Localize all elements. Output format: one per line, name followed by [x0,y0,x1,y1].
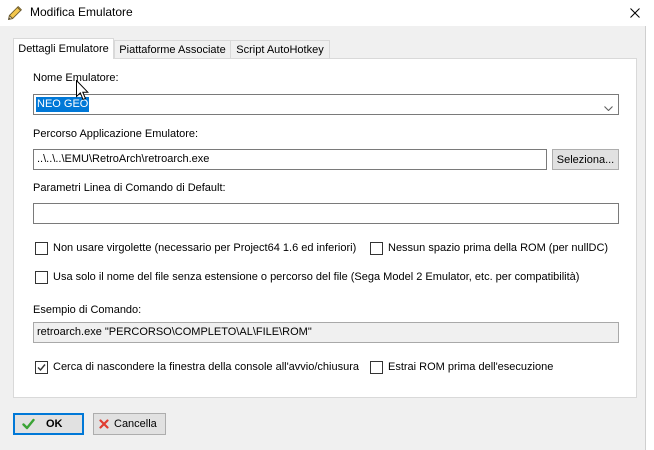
tab-label: Piattaforme Associate [119,43,226,56]
checkbox-box[interactable] [370,242,383,255]
title-bar: Modifica Emulatore [0,0,654,26]
modifica-emulatore-window: Modifica Emulatore Dettagli Emulatore Pi… [0,0,654,450]
command-example-label: Esempio di Comando: [33,304,142,316]
chevron-down-icon[interactable] [604,102,613,112]
hide-console-checkbox[interactable]: Cerca di nascondere la finestra della co… [35,360,359,374]
close-icon [630,8,640,18]
ok-button[interactable]: OK [13,413,84,435]
application-path-input[interactable]: ..\..\..\EMU\RetroArch\retroarch.exe [33,149,547,170]
cross-icon [99,419,109,433]
mouse-pointer-icon [76,79,89,101]
pencil-icon [7,5,23,21]
checkbox-label[interactable]: Cerca di nascondere la finestra della co… [53,361,359,373]
tab-label: Script AutoHotkey [236,43,324,56]
cancel-button[interactable]: Cancella [93,413,166,435]
checkbox-box[interactable] [370,361,383,374]
checkbox-label[interactable]: Nessun spazio prima della ROM (per nullD… [388,242,608,254]
default-parameters-input[interactable] [33,203,619,224]
browse-button[interactable]: Seleziona... [552,149,619,170]
no-quotes-checkbox[interactable]: Non usare virgolette (necessario per Pro… [35,241,356,255]
window-title: Modifica Emulatore [30,5,133,19]
no-space-before-rom-checkbox[interactable]: Nessun spazio prima della ROM (per nullD… [370,241,608,255]
checkbox-label[interactable]: Estrai ROM prima dell'esecuzione [388,361,553,373]
emulator-name-combobox[interactable]: NEO GEO [33,94,619,115]
checkbox-box[interactable] [35,242,48,255]
close-button[interactable] [616,0,654,26]
default-parameters-label: Parametri Linea di Comando di Default: [33,182,226,194]
checkbox-box[interactable] [35,271,48,284]
extract-rom-checkbox[interactable]: Estrai ROM prima dell'esecuzione [370,360,553,374]
filename-only-checkbox[interactable]: Usa solo il nome del file senza estensio… [35,270,579,284]
tab-label: Dettagli Emulatore [18,43,109,55]
window-edge [645,26,646,450]
command-example-field: retroarch.exe "PERCORSO\COMPLETO\AL\FILE… [33,322,619,343]
checkmark-icon [22,418,35,434]
application-path-label: Percorso Applicazione Emulatore: [33,128,199,140]
ok-button-label: OK [46,418,63,430]
tab-dettagli-emulatore[interactable]: Dettagli Emulatore [13,38,114,59]
checkbox-box[interactable] [35,361,48,374]
checkbox-label[interactable]: Usa solo il nome del file senza estensio… [53,271,579,283]
tab-piattaforme-associate[interactable]: Piattaforme Associate [114,40,231,58]
cancel-button-label: Cancella [114,418,157,430]
checkbox-label[interactable]: Non usare virgolette (necessario per Pro… [53,242,356,254]
tab-script-autohotkey[interactable]: Script AutoHotkey [230,40,330,58]
browse-button-label: Seleziona... [556,153,615,166]
